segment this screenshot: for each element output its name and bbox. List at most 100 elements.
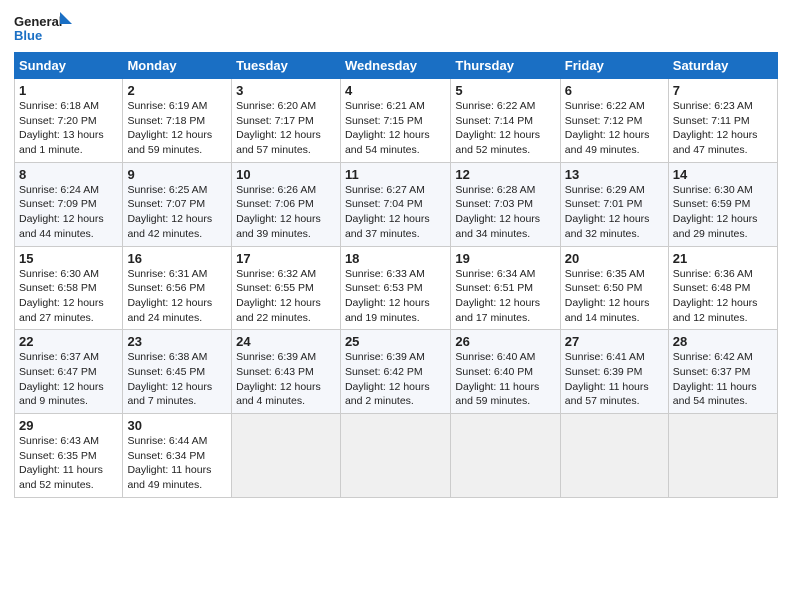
day-detail: Sunrise: 6:25 AM Sunset: 7:07 PM Dayligh…	[127, 183, 227, 242]
calendar-cell: 23Sunrise: 6:38 AM Sunset: 6:45 PM Dayli…	[123, 330, 232, 414]
calendar-cell: 2Sunrise: 6:19 AM Sunset: 7:18 PM Daylig…	[123, 79, 232, 163]
calendar-cell: 26Sunrise: 6:40 AM Sunset: 6:40 PM Dayli…	[451, 330, 560, 414]
calendar-cell: 5Sunrise: 6:22 AM Sunset: 7:14 PM Daylig…	[451, 79, 560, 163]
day-number: 27	[565, 334, 664, 349]
day-number: 23	[127, 334, 227, 349]
calendar-cell: 11Sunrise: 6:27 AM Sunset: 7:04 PM Dayli…	[340, 162, 450, 246]
day-number: 4	[345, 83, 446, 98]
day-detail: Sunrise: 6:38 AM Sunset: 6:45 PM Dayligh…	[127, 350, 227, 409]
calendar-week-5: 29Sunrise: 6:43 AM Sunset: 6:35 PM Dayli…	[15, 414, 778, 498]
day-detail: Sunrise: 6:40 AM Sunset: 6:40 PM Dayligh…	[455, 350, 555, 409]
calendar-cell: 18Sunrise: 6:33 AM Sunset: 6:53 PM Dayli…	[340, 246, 450, 330]
calendar-cell: 3Sunrise: 6:20 AM Sunset: 7:17 PM Daylig…	[232, 79, 341, 163]
day-number: 19	[455, 251, 555, 266]
day-number: 20	[565, 251, 664, 266]
calendar-cell: 25Sunrise: 6:39 AM Sunset: 6:42 PM Dayli…	[340, 330, 450, 414]
day-number: 17	[236, 251, 336, 266]
logo: GeneralBlue	[14, 10, 74, 46]
day-detail: Sunrise: 6:36 AM Sunset: 6:48 PM Dayligh…	[673, 267, 773, 326]
day-number: 29	[19, 418, 118, 433]
day-detail: Sunrise: 6:22 AM Sunset: 7:12 PM Dayligh…	[565, 99, 664, 158]
day-number: 13	[565, 167, 664, 182]
calendar-cell: 21Sunrise: 6:36 AM Sunset: 6:48 PM Dayli…	[668, 246, 777, 330]
calendar-cell: 8Sunrise: 6:24 AM Sunset: 7:09 PM Daylig…	[15, 162, 123, 246]
day-detail: Sunrise: 6:24 AM Sunset: 7:09 PM Dayligh…	[19, 183, 118, 242]
day-number: 8	[19, 167, 118, 182]
day-number: 7	[673, 83, 773, 98]
day-detail: Sunrise: 6:30 AM Sunset: 6:58 PM Dayligh…	[19, 267, 118, 326]
weekday-thursday: Thursday	[451, 53, 560, 79]
calendar-cell: 30Sunrise: 6:44 AM Sunset: 6:34 PM Dayli…	[123, 414, 232, 498]
calendar-cell	[340, 414, 450, 498]
calendar-cell: 12Sunrise: 6:28 AM Sunset: 7:03 PM Dayli…	[451, 162, 560, 246]
day-number: 3	[236, 83, 336, 98]
weekday-tuesday: Tuesday	[232, 53, 341, 79]
day-number: 18	[345, 251, 446, 266]
day-number: 11	[345, 167, 446, 182]
day-number: 22	[19, 334, 118, 349]
day-number: 6	[565, 83, 664, 98]
day-number: 5	[455, 83, 555, 98]
day-detail: Sunrise: 6:22 AM Sunset: 7:14 PM Dayligh…	[455, 99, 555, 158]
day-detail: Sunrise: 6:33 AM Sunset: 6:53 PM Dayligh…	[345, 267, 446, 326]
day-number: 24	[236, 334, 336, 349]
day-detail: Sunrise: 6:43 AM Sunset: 6:35 PM Dayligh…	[19, 434, 118, 493]
day-number: 25	[345, 334, 446, 349]
day-number: 14	[673, 167, 773, 182]
calendar-cell: 22Sunrise: 6:37 AM Sunset: 6:47 PM Dayli…	[15, 330, 123, 414]
calendar-cell: 15Sunrise: 6:30 AM Sunset: 6:58 PM Dayli…	[15, 246, 123, 330]
calendar-cell: 10Sunrise: 6:26 AM Sunset: 7:06 PM Dayli…	[232, 162, 341, 246]
weekday-header-row: SundayMondayTuesdayWednesdayThursdayFrid…	[15, 53, 778, 79]
day-detail: Sunrise: 6:41 AM Sunset: 6:39 PM Dayligh…	[565, 350, 664, 409]
calendar-cell: 20Sunrise: 6:35 AM Sunset: 6:50 PM Dayli…	[560, 246, 668, 330]
day-detail: Sunrise: 6:39 AM Sunset: 6:42 PM Dayligh…	[345, 350, 446, 409]
weekday-monday: Monday	[123, 53, 232, 79]
day-number: 26	[455, 334, 555, 349]
calendar-week-4: 22Sunrise: 6:37 AM Sunset: 6:47 PM Dayli…	[15, 330, 778, 414]
calendar-cell: 6Sunrise: 6:22 AM Sunset: 7:12 PM Daylig…	[560, 79, 668, 163]
weekday-wednesday: Wednesday	[340, 53, 450, 79]
day-detail: Sunrise: 6:35 AM Sunset: 6:50 PM Dayligh…	[565, 267, 664, 326]
weekday-friday: Friday	[560, 53, 668, 79]
day-detail: Sunrise: 6:31 AM Sunset: 6:56 PM Dayligh…	[127, 267, 227, 326]
calendar-cell: 14Sunrise: 6:30 AM Sunset: 6:59 PM Dayli…	[668, 162, 777, 246]
calendar-cell	[560, 414, 668, 498]
calendar-cell: 13Sunrise: 6:29 AM Sunset: 7:01 PM Dayli…	[560, 162, 668, 246]
day-detail: Sunrise: 6:18 AM Sunset: 7:20 PM Dayligh…	[19, 99, 118, 158]
calendar-cell: 4Sunrise: 6:21 AM Sunset: 7:15 PM Daylig…	[340, 79, 450, 163]
calendar-cell	[668, 414, 777, 498]
day-detail: Sunrise: 6:39 AM Sunset: 6:43 PM Dayligh…	[236, 350, 336, 409]
day-detail: Sunrise: 6:26 AM Sunset: 7:06 PM Dayligh…	[236, 183, 336, 242]
calendar-body: 1Sunrise: 6:18 AM Sunset: 7:20 PM Daylig…	[15, 79, 778, 498]
day-number: 2	[127, 83, 227, 98]
day-detail: Sunrise: 6:19 AM Sunset: 7:18 PM Dayligh…	[127, 99, 227, 158]
day-detail: Sunrise: 6:20 AM Sunset: 7:17 PM Dayligh…	[236, 99, 336, 158]
day-detail: Sunrise: 6:37 AM Sunset: 6:47 PM Dayligh…	[19, 350, 118, 409]
weekday-sunday: Sunday	[15, 53, 123, 79]
day-number: 28	[673, 334, 773, 349]
calendar-cell: 17Sunrise: 6:32 AM Sunset: 6:55 PM Dayli…	[232, 246, 341, 330]
calendar-cell: 1Sunrise: 6:18 AM Sunset: 7:20 PM Daylig…	[15, 79, 123, 163]
day-detail: Sunrise: 6:42 AM Sunset: 6:37 PM Dayligh…	[673, 350, 773, 409]
day-detail: Sunrise: 6:23 AM Sunset: 7:11 PM Dayligh…	[673, 99, 773, 158]
calendar-cell	[232, 414, 341, 498]
logo-icon: GeneralBlue	[14, 10, 74, 46]
day-detail: Sunrise: 6:29 AM Sunset: 7:01 PM Dayligh…	[565, 183, 664, 242]
calendar-container: GeneralBlue SundayMondayTuesdayWednesday…	[0, 0, 792, 508]
calendar-cell: 19Sunrise: 6:34 AM Sunset: 6:51 PM Dayli…	[451, 246, 560, 330]
svg-text:General: General	[14, 14, 62, 29]
day-detail: Sunrise: 6:34 AM Sunset: 6:51 PM Dayligh…	[455, 267, 555, 326]
calendar-table: SundayMondayTuesdayWednesdayThursdayFrid…	[14, 52, 778, 498]
calendar-cell: 24Sunrise: 6:39 AM Sunset: 6:43 PM Dayli…	[232, 330, 341, 414]
day-detail: Sunrise: 6:44 AM Sunset: 6:34 PM Dayligh…	[127, 434, 227, 493]
weekday-saturday: Saturday	[668, 53, 777, 79]
calendar-cell: 16Sunrise: 6:31 AM Sunset: 6:56 PM Dayli…	[123, 246, 232, 330]
day-detail: Sunrise: 6:21 AM Sunset: 7:15 PM Dayligh…	[345, 99, 446, 158]
day-detail: Sunrise: 6:30 AM Sunset: 6:59 PM Dayligh…	[673, 183, 773, 242]
calendar-cell: 29Sunrise: 6:43 AM Sunset: 6:35 PM Dayli…	[15, 414, 123, 498]
calendar-week-1: 1Sunrise: 6:18 AM Sunset: 7:20 PM Daylig…	[15, 79, 778, 163]
svg-text:Blue: Blue	[14, 28, 42, 43]
day-number: 21	[673, 251, 773, 266]
calendar-cell	[451, 414, 560, 498]
day-number: 30	[127, 418, 227, 433]
